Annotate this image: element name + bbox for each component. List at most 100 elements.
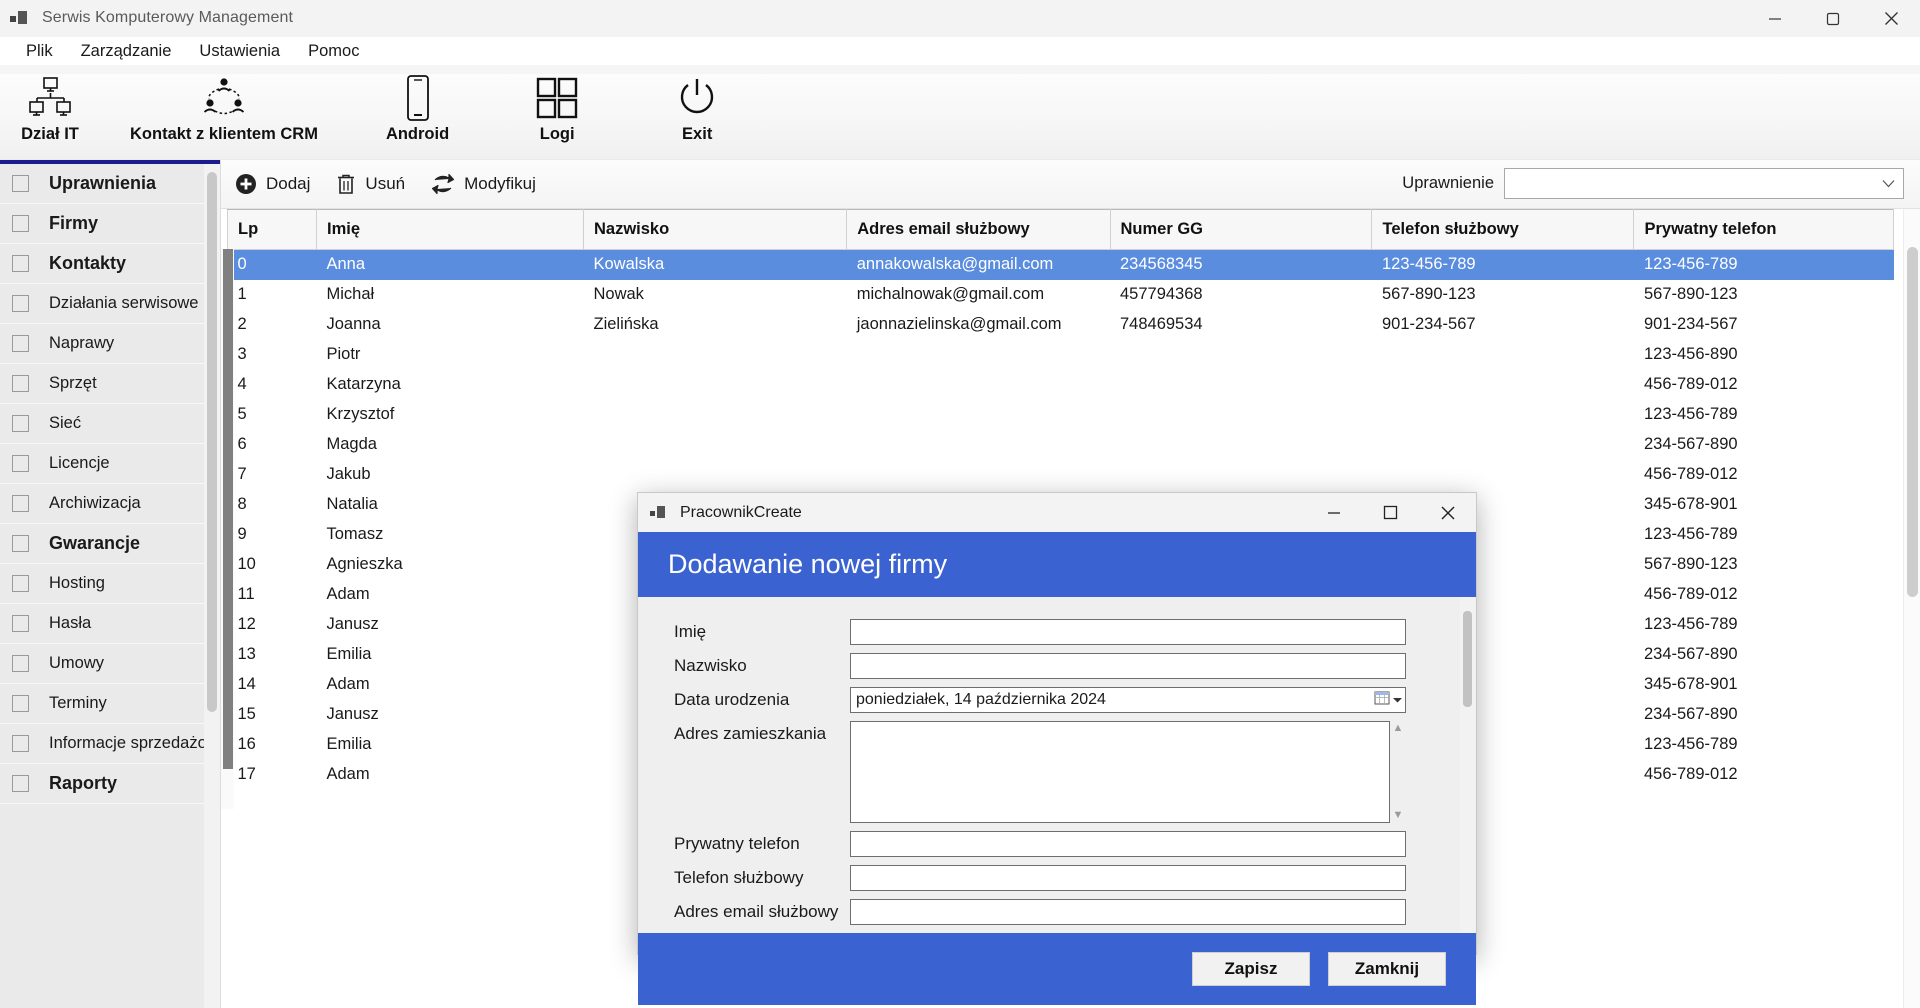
save-button[interactable]: Zapisz	[1192, 952, 1310, 986]
grid-row-scrollbar[interactable]	[221, 249, 234, 809]
table-cell-lp: 0	[227, 249, 317, 280]
sidebar-item-checkbox[interactable]	[12, 415, 29, 432]
dialog-body-scroll-thumb[interactable]	[1463, 611, 1472, 707]
sidebar-item-hasła[interactable]: Hasła	[0, 604, 220, 644]
close-icon[interactable]	[1862, 0, 1920, 37]
dialog-minimize-icon[interactable]	[1305, 493, 1362, 532]
table-row[interactable]: 2 Joanna Zielińska jaonnazielinska@gmail.co…	[228, 310, 1894, 340]
date-picker-controls[interactable]	[1374, 690, 1403, 710]
table-header-cell[interactable]: Nazwisko	[582, 209, 848, 250]
input-data-urodzenia[interactable]: poniedziałek, 14 października 2024	[850, 687, 1406, 713]
sidebar-item-label: Terminy	[49, 694, 107, 712]
sidebar-item-checkbox[interactable]	[12, 215, 29, 232]
table-row[interactable]: 7 Jakub 456-789-012	[228, 460, 1894, 490]
maximize-icon[interactable]	[1804, 0, 1862, 37]
sidebar-scrollbar[interactable]	[204, 164, 220, 1008]
menu-item-zarzadzanie[interactable]: Zarządzanie	[67, 40, 186, 63]
table-row[interactable]: 5 Krzysztof 123-456-789	[228, 400, 1894, 430]
sidebar-item-label: Działania serwisowe	[49, 294, 199, 312]
sidebar-item-checkbox[interactable]	[12, 175, 29, 192]
dialog-close-icon[interactable]	[1419, 493, 1476, 532]
table-cell-lp: 3	[237, 345, 247, 363]
delete-button[interactable]: Usuń	[336, 173, 405, 195]
sidebar-item-checkbox[interactable]	[12, 695, 29, 712]
ribbon-button-exit[interactable]: Exit	[667, 65, 727, 144]
scroll-up-arrow-icon[interactable]: ▲	[1393, 723, 1404, 734]
date-dropdown-chevron-icon[interactable]	[1392, 691, 1403, 709]
sidebar-item-checkbox[interactable]	[12, 735, 29, 752]
sidebar-item-firmy[interactable]: Firmy	[0, 204, 220, 244]
sidebar-item-kontakty[interactable]: Kontakty	[0, 244, 220, 284]
input-email-sluzbowy[interactable]	[850, 899, 1406, 925]
grid-row-scroll-thumb[interactable]	[223, 249, 233, 769]
menu-item-ustawienia[interactable]: Ustawienia	[185, 40, 294, 63]
menu-item-plik[interactable]: Plik	[12, 40, 67, 63]
sidebar-item-checkbox[interactable]	[12, 575, 29, 592]
ribbon-button-crm[interactable]: Kontakt z klientem CRM	[130, 65, 318, 144]
table-header-cell[interactable]: Lp	[227, 209, 317, 250]
table-cell-tel_prywatny: 123-456-789	[1643, 615, 1738, 633]
ribbon-button-logi[interactable]: Logi	[527, 65, 587, 144]
add-button[interactable]: Dodaj	[235, 173, 310, 195]
permission-combobox[interactable]	[1504, 168, 1904, 199]
table-row[interactable]: 6 Magda 234-567-890	[228, 430, 1894, 460]
table-cell-imie: Adam	[326, 765, 370, 783]
scroll-down-arrow-icon[interactable]: ▼	[1393, 810, 1404, 821]
sidebar-item-checkbox[interactable]	[12, 455, 29, 472]
sidebar-item-sieć[interactable]: Sieć	[0, 404, 220, 444]
input-prywatny-telefon[interactable]	[850, 831, 1406, 857]
close-dialog-button[interactable]: Zamknij	[1328, 952, 1446, 986]
table-row[interactable]: 4 Katarzyna 456-789-012	[228, 370, 1894, 400]
sidebar-item-checkbox[interactable]	[12, 335, 29, 352]
dialog-maximize-icon[interactable]	[1362, 493, 1419, 532]
table-row[interactable]: 1 Michał Nowak michalnowak@gmail.com 4577943…	[228, 280, 1894, 310]
table-header-cell[interactable]: Prywatny telefon	[1633, 209, 1894, 250]
sidebar-item-checkbox[interactable]	[12, 775, 29, 792]
ribbon-button-dzial-it[interactable]: Dział IT	[20, 65, 80, 144]
table-header-cell[interactable]: Numer GG	[1109, 209, 1373, 250]
sidebar-item-checkbox[interactable]	[12, 615, 29, 632]
input-adres-zamieszkania[interactable]	[850, 721, 1390, 823]
sidebar-item-checkbox[interactable]	[12, 495, 29, 512]
minimize-icon[interactable]	[1746, 0, 1804, 37]
sidebar-item-działania-serwisowe[interactable]: Działania serwisowe	[0, 284, 220, 324]
sidebar-item-label: Gwarancje	[49, 533, 141, 553]
grid-vertical-scrollbar[interactable]	[1903, 209, 1920, 1008]
input-nazwisko[interactable]	[850, 653, 1406, 679]
table-header-cell[interactable]: Imię	[316, 209, 584, 250]
sidebar-item-uprawnienia[interactable]: Uprawnienia	[0, 164, 220, 204]
table-cell-nazwisko: Kowalska	[583, 249, 847, 280]
dialog-body-scrollbar[interactable]	[1460, 597, 1475, 933]
modify-button[interactable]: Modyfikuj	[431, 173, 536, 195]
sidebar-item-checkbox[interactable]	[12, 655, 29, 672]
adres-textarea-scrollbar[interactable]: ▲ ▼	[1390, 721, 1406, 823]
table-header-cell[interactable]: Telefon służbowy	[1371, 209, 1635, 250]
sidebar-item-label: Umowy	[49, 654, 105, 672]
sidebar-item-checkbox[interactable]	[12, 295, 29, 312]
input-imie[interactable]	[850, 619, 1406, 645]
sidebar-item-label: Firmy	[49, 213, 99, 233]
input-telefon-sluzbowy[interactable]	[850, 865, 1406, 891]
table-row[interactable]: 0 Anna Kowalska annakowalska@gmail.com 23456…	[227, 249, 1894, 280]
sidebar-item-checkbox[interactable]	[12, 255, 29, 272]
sidebar-item-checkbox[interactable]	[12, 375, 29, 392]
sidebar-item-terminy[interactable]: Terminy	[0, 684, 220, 724]
sidebar-item-umowy[interactable]: Umowy	[0, 644, 220, 684]
sidebar-item-archiwizacja[interactable]: Archiwizacja	[0, 484, 220, 524]
sidebar-item-sprzęt[interactable]: Sprzęt	[0, 364, 220, 404]
sidebar-item-gwarancje[interactable]: Gwarancje	[0, 524, 220, 564]
menu-item-pomoc[interactable]: Pomoc	[294, 40, 373, 63]
table-cell-tel_prywatny: 234-567-890	[1643, 645, 1738, 663]
sidebar-item-checkbox[interactable]	[12, 535, 29, 552]
sidebar-item-naprawy[interactable]: Naprawy	[0, 324, 220, 364]
sidebar-item-hosting[interactable]: Hosting	[0, 564, 220, 604]
grid-vertical-scroll-thumb[interactable]	[1907, 247, 1918, 597]
table-row[interactable]: 3 Piotr 123-456-890	[228, 340, 1894, 370]
calendar-icon[interactable]	[1374, 690, 1391, 710]
sidebar-item-licencje[interactable]: Licencje	[0, 444, 220, 484]
ribbon-button-android[interactable]: Android	[386, 65, 449, 144]
sidebar-item-raporty[interactable]: Raporty	[0, 764, 220, 804]
sidebar-scroll-thumb[interactable]	[207, 172, 217, 712]
sidebar-item-informacje-sprzedażowe[interactable]: Informacje sprzedażowe	[0, 724, 220, 764]
table-header-cell[interactable]: Adres email służbowy	[846, 209, 1111, 250]
